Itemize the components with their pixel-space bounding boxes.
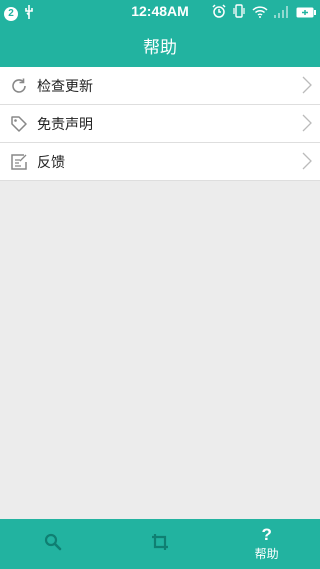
chevron-right-icon <box>302 76 312 98</box>
edit-note-icon <box>9 152 29 172</box>
search-icon <box>44 533 62 555</box>
signal-icon <box>274 3 290 22</box>
help-menu-list: 检查更新 免责声明 反馈 <box>0 67 320 181</box>
app-header: 帮助 <box>0 24 320 67</box>
crop-icon <box>151 533 169 555</box>
chevron-right-icon <box>302 152 312 174</box>
chevron-right-icon <box>302 114 312 136</box>
menu-item-label: 免责声明 <box>37 116 93 133</box>
battery-icon <box>296 3 316 22</box>
status-right <box>212 3 316 22</box>
tab-crop[interactable] <box>107 519 214 569</box>
tab-help[interactable]: ? 帮助 <box>213 519 320 569</box>
bottom-tab-bar: ? 帮助 <box>0 519 320 569</box>
menu-item-label: 反馈 <box>37 154 65 171</box>
menu-item-feedback[interactable]: 反馈 <box>0 143 320 181</box>
alarm-icon <box>212 3 226 22</box>
tab-search[interactable] <box>0 519 107 569</box>
help-icon: ? <box>261 525 272 544</box>
refresh-icon <box>9 76 29 96</box>
tab-help-label: 帮助 <box>254 547 279 561</box>
menu-item-label: 检查更新 <box>37 78 93 95</box>
menu-item-check-update[interactable]: 检查更新 <box>0 67 320 105</box>
page-title: 帮助 <box>143 38 177 58</box>
vibrate-icon <box>232 3 246 22</box>
menu-item-disclaimer[interactable]: 免责声明 <box>0 105 320 143</box>
wifi-icon <box>252 3 268 22</box>
status-bar: 2 12:48AM <box>0 0 320 24</box>
tag-icon <box>9 114 29 134</box>
